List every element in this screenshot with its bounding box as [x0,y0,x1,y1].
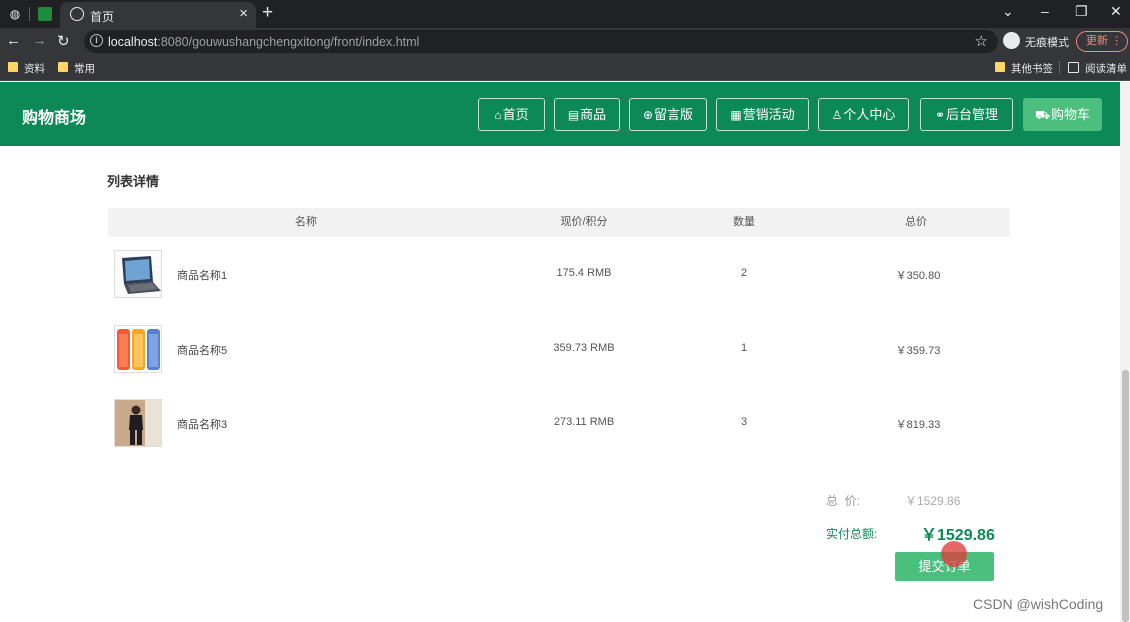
reload-icon[interactable]: ↻ [57,32,70,50]
product-total: ￥359.73 [895,345,941,357]
product-name[interactable]: 商品名称1 [177,267,227,283]
column-price: 现价/积分 [560,216,608,228]
back-icon[interactable]: ← [6,32,21,49]
product-price: 175.4 RMB [556,267,612,279]
incognito-icon[interactable] [1003,32,1020,49]
brand-title[interactable]: 购物商场 [22,104,86,128]
reading-list-icon [1068,62,1079,73]
product-total: ￥350.80 [895,270,941,282]
total-price-label: 总 价: [826,494,861,508]
product-image-person[interactable] [114,399,162,447]
bookmarks-bar: 资料 常用 其他书签 阅读清单 [0,55,1130,81]
folder-icon [995,62,1005,72]
tab-close-icon[interactable]: × [239,5,248,22]
product-total: ￥819.33 [895,419,941,431]
menu-dots-icon[interactable]: ⋮ [1111,35,1122,47]
nav-profile[interactable]: ♙个人中心 [818,98,909,131]
nav-home[interactable]: ⌂首页 [478,98,545,131]
bookmark-ziliao[interactable]: 资料 [24,61,45,76]
close-window-button[interactable]: ✕ [1110,3,1122,20]
product-image-laptop[interactable] [114,250,162,298]
nav-products[interactable]: ▤商品 [554,98,620,131]
bookmark-other[interactable]: 其他书签 [1011,61,1053,76]
nav-cart[interactable]: ⛟购物车 [1023,98,1102,131]
table-row: 商品名称5 359.73 RMB 1 ￥359.73 [108,315,1010,379]
reading-list[interactable]: 阅读清单 [1085,61,1127,76]
link-icon: ⚭ [934,108,946,122]
user-icon: ♙ [831,108,843,122]
sheets-tab-icon[interactable] [38,7,52,21]
section-title: 列表详情 [107,174,160,189]
globe-icon: ⊕ [642,108,654,122]
globe-icon[interactable]: ◍ [6,5,24,23]
column-quantity: 数量 [733,216,755,228]
product-image-phones[interactable] [114,325,162,373]
tab-separator [29,7,30,21]
info-icon[interactable]: i [90,34,103,47]
forward-icon[interactable]: → [32,32,47,49]
restore-button[interactable]: ❐ [1075,3,1088,20]
update-button[interactable]: 更新 ⋮ [1076,31,1128,52]
total-price-value: ￥1529.86 [905,494,961,508]
product-price: 273.11 RMB [553,416,615,428]
tab-title: 首页 [90,10,115,24]
product-name[interactable]: 商品名称5 [177,342,227,358]
minimize-button[interactable]: – [1041,3,1049,19]
product-quantity: 3 [740,416,748,428]
folder-icon [58,62,68,72]
scrollbar-thumb[interactable] [1122,370,1129,622]
table-header: 名称 现价/积分 数量 总价 [108,208,1010,237]
folder-icon [8,62,18,72]
nav-marketing[interactable]: ▦营销活动 [716,98,809,131]
browser-tab-bar: ◍ 首页 × + ⌄ – ❐ ✕ [0,0,1130,28]
calendar-icon: ▤ [567,108,580,122]
site-header: 购物商场 ⌂首页 ▤商品 ⊕留言版 ▦营销活动 ♙个人中心 ⚭后台管理 ⛟购物车 [0,82,1120,146]
column-name: 名称 [295,216,317,228]
nav-admin[interactable]: ⚭后台管理 [920,98,1013,131]
table-row: 商品名称3 273.11 RMB 3 ￥819.33 [108,389,1010,453]
actual-pay-label: 实付总额: [826,527,878,541]
product-quantity: 2 [740,267,748,279]
bookmark-changyong[interactable]: 常用 [74,61,95,76]
table-row: 商品名称1 175.4 RMB 2 ￥350.80 [108,240,1010,304]
bookmark-separator [1059,61,1060,74]
grid-icon: ▦ [730,108,742,122]
browser-toolbar: ← → ↻ i localhost:8080/gouwushangchengxi… [0,28,1130,55]
new-tab-button[interactable]: + [262,2,273,24]
product-name[interactable]: 商品名称3 [177,416,227,432]
home-icon: ⌂ [494,108,502,122]
column-total: 总价 [905,216,927,228]
cart-icon: ⛟ [1034,108,1051,122]
tab-search-icon[interactable]: ⌄ [1002,3,1014,20]
product-quantity: 1 [740,342,748,354]
product-price: 359.73 RMB [553,342,615,354]
click-indicator [941,541,967,567]
bookmark-star-icon[interactable]: ☆ [975,32,988,50]
nav-guestbook[interactable]: ⊕留言版 [629,98,707,131]
incognito-label[interactable]: 无痕模式 [1025,34,1069,50]
watermark: CSDN @wishCoding [973,596,1104,612]
tab-globe-icon [70,7,84,21]
url-text[interactable]: localhost:8080/gouwushangchengxitong/fro… [108,35,419,49]
address-bar[interactable]: i localhost:8080/gouwushangchengxitong/f… [84,30,998,53]
browser-tab-home[interactable]: 首页 × [60,2,256,28]
